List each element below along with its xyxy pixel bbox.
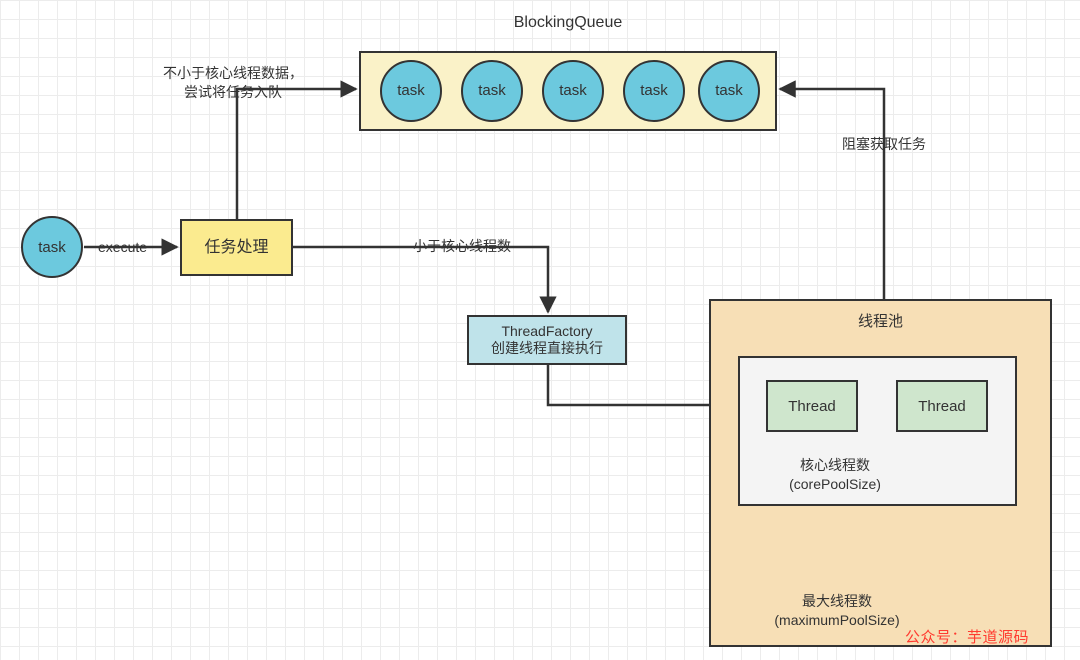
- thread-factory-line2: 创建线程直接执行: [491, 340, 603, 356]
- maximum-pool-size-label: 最大线程数 (maximumPoolSize): [774, 593, 900, 628]
- thread-box-1-label: Thread: [788, 397, 836, 415]
- thread-box-2[interactable]: Thread: [896, 380, 988, 432]
- edge-handler-to-queue: [235, 80, 358, 219]
- thread-factory-box[interactable]: ThreadFactory 创建线程直接执行: [467, 315, 627, 365]
- thread-box-2-label: Thread: [918, 397, 966, 415]
- queue-task-5[interactable]: task: [698, 60, 760, 122]
- edge-handler-to-factory: [293, 245, 557, 314]
- watermark-text: 公众号：芋道源码: [905, 629, 1030, 646]
- queue-task-3[interactable]: task: [542, 60, 604, 122]
- queue-task-5-label: task: [715, 81, 743, 99]
- blocking-queue-box: task task task task task: [359, 51, 777, 131]
- thread-pool-title: 线程池: [857, 313, 903, 330]
- edge-label-blocking-take: 阻塞获取任务: [842, 136, 926, 152]
- edge-label-enqueue: 不小于核心线程数据， 尝试将任务入队: [163, 65, 303, 100]
- queue-task-2-label: task: [478, 81, 506, 99]
- queue-task-1-label: task: [397, 81, 425, 99]
- task-handler-box[interactable]: 任务处理: [180, 219, 293, 276]
- incoming-task-label: task: [38, 238, 66, 256]
- queue-task-3-label: task: [559, 81, 587, 99]
- queue-task-4-label: task: [640, 81, 668, 99]
- thread-box-1[interactable]: Thread: [766, 380, 858, 432]
- incoming-task-circle[interactable]: task: [21, 216, 83, 278]
- queue-task-1[interactable]: task: [380, 60, 442, 122]
- core-pool-size-label: 核心线程数 (corePoolSize): [789, 457, 881, 492]
- blocking-queue-title: BlockingQueue: [513, 14, 623, 31]
- task-handler-label: 任务处理: [204, 238, 269, 256]
- edge-label-less-than-core: 小于核心线程数: [413, 238, 511, 254]
- queue-task-4[interactable]: task: [623, 60, 685, 122]
- edge-label-execute: execute: [98, 239, 148, 255]
- queue-task-2[interactable]: task: [461, 60, 523, 122]
- thread-factory-line1: ThreadFactory: [501, 322, 593, 339]
- diagram-canvas: BlockingQueue task task task task task t…: [0, 0, 1080, 660]
- edge-pool-to-queue: [778, 80, 886, 299]
